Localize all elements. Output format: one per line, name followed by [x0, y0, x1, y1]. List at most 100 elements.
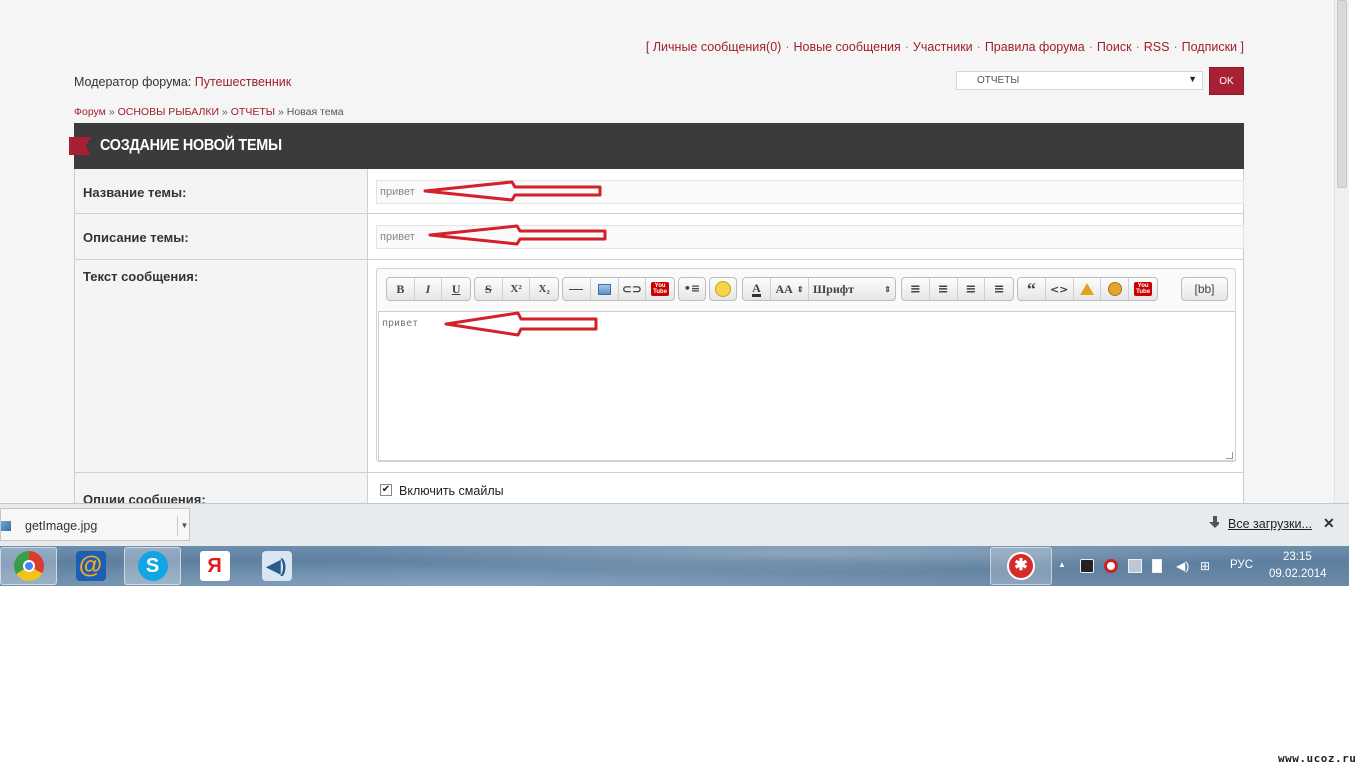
align-right-icon[interactable]: ≡ [958, 278, 986, 300]
watermark: www.ucoz.ru [1278, 752, 1357, 765]
resize-handle-icon[interactable] [1226, 452, 1233, 459]
forum-jump-select[interactable]: ОТЧЕТЫ ▼ [956, 71, 1203, 90]
topic-description-row: Описание темы: привет [74, 214, 1244, 260]
download-menu-icon[interactable]: ▼ [177, 516, 191, 536]
sound-icon[interactable]: ◀) [248, 547, 305, 585]
browser-viewport: [ Личные сообщения(0) · Новые сообщения · Уч… [0, 0, 1349, 503]
font-family-select[interactable]: Шрифт ⇕ [809, 278, 895, 300]
pinned-app-icon[interactable]: ✱ [990, 547, 1052, 585]
form-header: СОЗДАНИЕ НОВОЙ ТЕМЫ [69, 123, 1244, 169]
close-icon[interactable]: ✕ [1323, 515, 1335, 532]
moderator-line: Модератор форума: Путешественник [74, 75, 291, 89]
spoiler-icon[interactable] [1074, 278, 1102, 300]
link-members[interactable]: Участники [913, 40, 973, 54]
youtube-icon[interactable]: You Tube [646, 278, 674, 300]
language-indicator[interactable]: РУС [1230, 559, 1253, 571]
quote-icon[interactable]: “ [1018, 278, 1046, 300]
font-group: A AA ⇕ Шрифт ⇕ [742, 277, 896, 301]
yandex-icon[interactable]: Я [186, 547, 243, 585]
bbcode-editor: B I U S X² X₂ ⊂⊃ You Tube •≡ A AA ⇕ Шриф… [376, 268, 1236, 462]
italic-button[interactable]: I [415, 278, 443, 300]
download-icon [1209, 516, 1219, 528]
moderator-name-link[interactable]: Путешественник [195, 75, 291, 89]
link-forum-rules[interactable]: Правила форума [985, 40, 1085, 54]
link-search[interactable]: Поиск [1097, 40, 1132, 54]
bbcode-toggle-button[interactable]: [bb] [1181, 277, 1228, 301]
text-style-group: B I U [386, 277, 471, 301]
message-cell: B I U S X² X₂ ⊂⊃ You Tube •≡ A AA ⇕ Шриф… [368, 260, 1243, 472]
align-group: ≡ ≡ ≡ ≡ [901, 277, 1014, 301]
vertical-scrollbar[interactable] [1334, 0, 1349, 503]
ribbon-flag-icon [69, 137, 91, 155]
options-row: Опции сообщения: ✔ Включить смайлы [74, 473, 1244, 503]
download-file-name: getImage.jpg [25, 519, 98, 533]
top-links: [ Личные сообщения(0) · Новые сообщения · Уч… [645, 40, 1244, 54]
image-icon[interactable] [591, 278, 619, 300]
dropdown-arrow-icon: ▼ [1188, 74, 1197, 84]
superscript-button[interactable]: X² [503, 278, 531, 300]
opera-tray-icon[interactable] [1104, 559, 1118, 573]
align-left-icon[interactable]: ≡ [902, 278, 930, 300]
volume-tray-icon[interactable]: ◀) [1176, 559, 1190, 573]
script-group: S X² X₂ [474, 277, 559, 301]
mail-agent-icon[interactable]: @ [62, 547, 119, 585]
code-icon[interactable]: <> [1046, 278, 1074, 300]
topic-description-cell: привет [368, 214, 1244, 259]
download-bar: getImage.jpg ▼ Все загрузки... ✕ [0, 503, 1349, 546]
align-justify-icon[interactable]: ≡ [985, 278, 1013, 300]
topic-description-label: Описание темы: [75, 214, 368, 259]
breadcrumb-fishing-basics[interactable]: ОСНОВЫ РЫБАЛКИ [118, 106, 219, 118]
underline-button[interactable]: U [442, 278, 470, 300]
topic-description-input[interactable]: привет [376, 225, 1244, 249]
all-downloads-link[interactable]: Все загрузки... [1228, 517, 1312, 531]
align-center-icon[interactable]: ≡ [930, 278, 958, 300]
smiley-icon[interactable] [710, 278, 736, 300]
link-new-messages[interactable]: Новые сообщения [794, 40, 901, 54]
device-tray-icon[interactable] [1152, 559, 1162, 573]
chrome-icon[interactable] [0, 547, 57, 585]
list-icon[interactable]: •≡ [679, 278, 705, 300]
smiley-group [709, 277, 737, 301]
youtube-icon[interactable]: You Tube [1129, 278, 1157, 300]
breadcrumb-current: Новая тема [286, 106, 344, 118]
strike-button[interactable]: S [475, 278, 503, 300]
form-title: СОЗДАНИЕ НОВОЙ ТЕМЫ [100, 137, 282, 154]
topic-name-row: Название темы: привет [74, 169, 1244, 214]
font-size-select[interactable]: AA ⇕ [771, 278, 809, 300]
taskbar: @ S Я ◀) ✱ ▲ ◀) ⊞ РУС 23:15 09.02.2014 [0, 546, 1349, 586]
link-subscriptions[interactable]: Подписки [1182, 40, 1237, 54]
link-icon[interactable]: ⊂⊃ [619, 278, 647, 300]
camera-tray-icon[interactable] [1080, 559, 1094, 573]
smileys-checkbox-label: Включить смайлы [399, 484, 504, 498]
breadcrumb-forum[interactable]: Форум [74, 106, 106, 118]
download-item[interactable]: getImage.jpg ▼ [0, 508, 190, 541]
stepper-icon: ⇕ [796, 284, 804, 294]
clock-date[interactable]: 09.02.2014 [1269, 568, 1327, 580]
clock-time[interactable]: 23:15 [1283, 551, 1312, 563]
screen: [ Личные сообщения(0) · Новые сообщения · Уч… [0, 0, 1366, 768]
subscript-button[interactable]: X₂ [530, 278, 558, 300]
bold-button[interactable]: B [387, 278, 415, 300]
block-group: “ <> You Tube [1017, 277, 1158, 301]
scrollbar-thumb[interactable] [1337, 0, 1347, 188]
breadcrumb-reports[interactable]: ОТЧЕТЫ [231, 106, 275, 118]
show-hidden-icons[interactable]: ▲ [1058, 560, 1066, 569]
display-tray-icon[interactable] [1128, 559, 1142, 573]
link-rss[interactable]: RSS [1144, 40, 1170, 54]
options-label: Опции сообщения: [75, 473, 368, 503]
message-row: Текст сообщения: B I U S X² X₂ ⊂⊃ You Tu… [74, 260, 1244, 473]
forum-jump-ok-button[interactable]: OK [1209, 67, 1244, 95]
horizontal-rule-icon[interactable] [563, 278, 591, 300]
list-group: •≡ [678, 277, 706, 301]
topic-name-input[interactable]: привет [376, 180, 1244, 204]
topic-name-label: Название темы: [75, 169, 368, 213]
hide-icon[interactable] [1101, 278, 1130, 300]
network-tray-icon[interactable]: ⊞ [1200, 559, 1214, 573]
text-color-icon[interactable]: A [743, 278, 771, 300]
options-cell: ✔ Включить смайлы [368, 473, 1243, 503]
link-private-messages[interactable]: Личные сообщения(0) [653, 40, 782, 54]
new-topic-form: СОЗДАНИЕ НОВОЙ ТЕМЫ Название темы: приве… [69, 123, 1244, 503]
message-textarea[interactable]: привет [378, 311, 1236, 461]
smileys-checkbox[interactable]: ✔ [380, 484, 392, 496]
skype-icon[interactable]: S [124, 547, 181, 585]
